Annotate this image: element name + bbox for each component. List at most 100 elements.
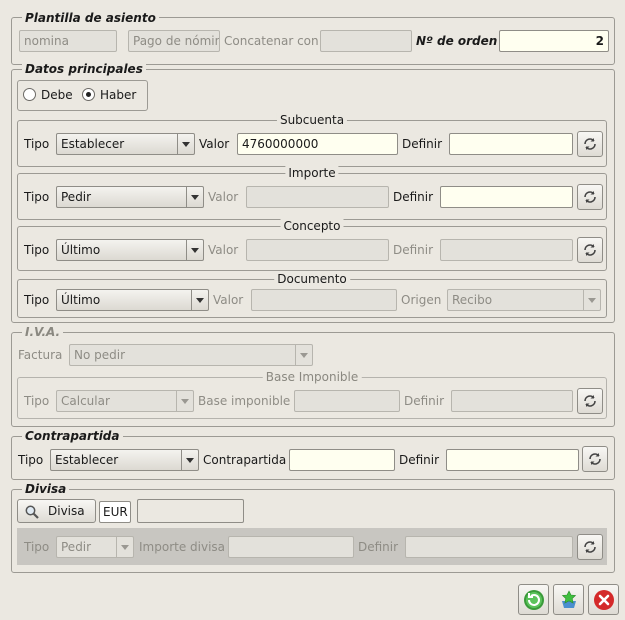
debe-radio[interactable]: [23, 88, 36, 101]
concepto-valor-label: Valor: [208, 243, 239, 257]
contrapartida-definir-field[interactable]: [446, 449, 579, 471]
documento-origen-select[interactable]: Recibo: [447, 289, 601, 311]
refresh-icon: [584, 191, 596, 203]
documento-origen-value: Recibo: [452, 293, 493, 307]
base-definir-label: Definir: [404, 394, 445, 408]
concepto-tipo-value: Último: [61, 243, 101, 257]
subcuenta-title: Subcuenta: [276, 113, 348, 127]
documento-origen-label: Origen: [401, 293, 442, 307]
cancel-icon: [594, 590, 614, 610]
contrapartida-tipo-value: Establecer: [55, 453, 119, 467]
chevron-down-icon: [176, 391, 193, 411]
add-icon: [561, 590, 577, 608]
concepto-tipo-select[interactable]: Último: [56, 239, 204, 261]
importe-refresh-button[interactable]: [577, 184, 603, 210]
documento-tipo-label: Tipo: [24, 293, 50, 307]
plantilla-title: Plantilla de asiento: [22, 11, 159, 25]
concepto-refresh-button[interactable]: [577, 237, 603, 263]
importe-valor-field[interactable]: [246, 186, 389, 208]
importe-definir-field[interactable]: [440, 186, 573, 208]
base-tipo-select[interactable]: Calcular: [56, 390, 194, 412]
concepto-definir-label: Definir: [393, 243, 434, 257]
refresh-icon: [589, 453, 601, 465]
concatenar-field[interactable]: [320, 30, 412, 52]
chevron-down-icon: [116, 537, 133, 557]
search-icon: [25, 505, 39, 519]
base-definir-field[interactable]: [451, 390, 573, 412]
importe-title: Importe: [285, 166, 339, 180]
chevron-down-icon: [295, 345, 312, 365]
ok-button[interactable]: [518, 584, 549, 615]
add-button[interactable]: [553, 584, 584, 615]
subcuenta-valor-field[interactable]: 4760000000: [237, 133, 398, 155]
factura-select[interactable]: No pedir: [69, 344, 313, 366]
documento-valor-field[interactable]: [251, 289, 397, 311]
refresh-icon: [584, 395, 596, 407]
base-tipo-value: Calcular: [61, 394, 110, 408]
iva-title: I.V.A.: [22, 325, 64, 339]
subcuenta-tipo-select[interactable]: Establecer: [56, 133, 195, 155]
ok-icon: [524, 590, 544, 610]
nomina-field[interactable]: nomina: [19, 30, 117, 52]
haber-label: Haber: [100, 88, 137, 102]
concatenar-label: Concatenar con: [224, 34, 319, 48]
documento-tipo-select[interactable]: Último: [56, 289, 209, 311]
subcuenta-definir-field[interactable]: [449, 133, 573, 155]
base-imponible-field[interactable]: [294, 390, 400, 412]
contrapartida-definir-label: Definir: [399, 453, 440, 467]
documento-valor-label: Valor: [213, 293, 244, 307]
pago-field[interactable]: Pago de nómin: [128, 30, 220, 52]
subcuenta-tipo-value: Establecer: [61, 137, 125, 151]
contrapartida-tipo-label: Tipo: [18, 453, 44, 467]
chevron-down-icon: [186, 240, 203, 260]
importe-valor-label: Valor: [208, 190, 239, 204]
importe-definir-label: Definir: [393, 190, 434, 204]
base-tipo-label: Tipo: [24, 394, 50, 408]
refresh-icon: [584, 244, 596, 256]
divisa-definir-field[interactable]: [405, 536, 573, 558]
concepto-valor-field[interactable]: [246, 239, 389, 261]
contrapartida-tipo-select[interactable]: Establecer: [50, 449, 199, 471]
datos-title: Datos principales: [22, 62, 146, 76]
divisa-tipo-label: Tipo: [24, 540, 50, 554]
concepto-title: Concepto: [280, 219, 344, 233]
importe-divisa-field[interactable]: [228, 536, 354, 558]
chevron-down-icon: [191, 290, 208, 310]
contrapartida-label: Contrapartida: [203, 453, 287, 467]
chevron-down-icon: [186, 187, 203, 207]
concepto-tipo-label: Tipo: [24, 243, 50, 257]
refresh-icon: [584, 138, 596, 150]
divisa-code-field[interactable]: EUR: [99, 501, 131, 523]
divisa-refresh-button[interactable]: [577, 534, 603, 560]
contrapartida-field[interactable]: [289, 449, 395, 471]
concepto-definir-field[interactable]: [440, 239, 573, 261]
subcuenta-valor-label: Valor: [199, 137, 230, 151]
subcuenta-tipo-label: Tipo: [24, 137, 50, 151]
divisa-search-button[interactable]: Divisa: [17, 499, 96, 523]
base-imponible-label: Base imponible: [198, 394, 291, 408]
debe-label: Debe: [41, 88, 73, 102]
orden-label: Nº de orden: [416, 34, 498, 48]
base-imponible-title: Base Imponible: [262, 370, 362, 384]
base-refresh-button[interactable]: [577, 388, 603, 414]
refresh-icon: [584, 541, 596, 553]
divisa-button-label: Divisa: [48, 504, 85, 518]
divisa-tipo-value: Pedir: [61, 540, 92, 554]
subcuenta-definir-label: Definir: [402, 137, 443, 151]
cancel-button[interactable]: [588, 584, 619, 615]
subcuenta-refresh-button[interactable]: [577, 131, 603, 157]
chevron-down-icon: [177, 134, 194, 154]
divisa-tipo-select[interactable]: Pedir: [56, 536, 134, 558]
importe-divisa-label: Importe divisa: [139, 540, 226, 554]
importe-tipo-select[interactable]: Pedir: [56, 186, 204, 208]
contrapartida-refresh-button[interactable]: [582, 446, 608, 472]
divisa-name-field[interactable]: [137, 499, 244, 523]
orden-field[interactable]: 2: [499, 30, 609, 52]
importe-tipo-label: Tipo: [24, 190, 50, 204]
documento-tipo-value: Último: [61, 293, 101, 307]
divisa-definir-label: Definir: [358, 540, 399, 554]
chevron-down-icon: [181, 450, 198, 470]
chevron-down-icon: [583, 290, 600, 310]
documento-title: Documento: [274, 272, 350, 286]
haber-radio[interactable]: [82, 88, 95, 101]
